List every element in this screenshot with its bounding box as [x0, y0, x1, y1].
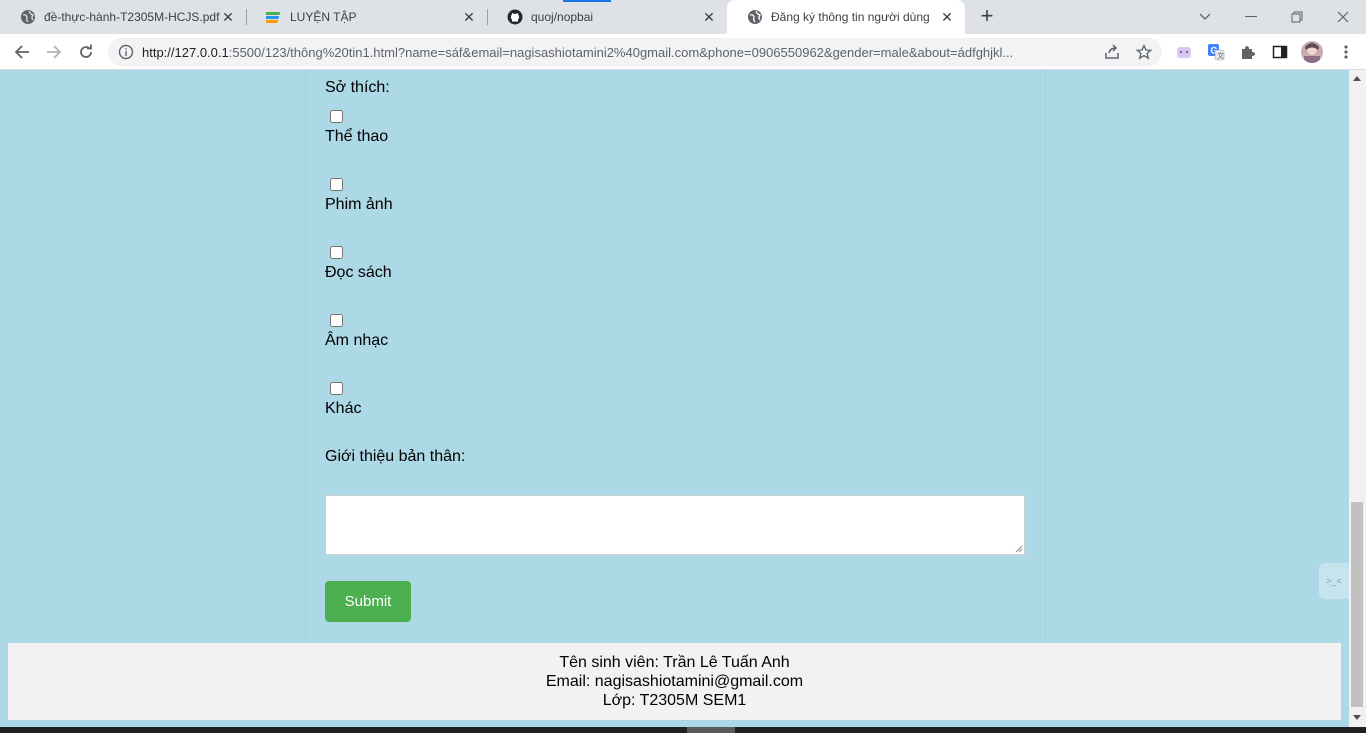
- close-icon[interactable]: ✕: [939, 9, 955, 25]
- translate-icon[interactable]: G文: [1202, 38, 1230, 66]
- footer-email: Email: nagisashiotamini@gmail.com: [545, 673, 804, 690]
- address-bar[interactable]: http://127.0.0.1:5500/123/thông%20tin1.h…: [108, 38, 1162, 66]
- reload-icon: [80, 44, 92, 58]
- scroll-down-arrow-icon[interactable]: [1353, 715, 1361, 720]
- info-icon[interactable]: [118, 44, 134, 60]
- tab-search-button[interactable]: [1182, 0, 1228, 34]
- tab-luyen-tap[interactable]: LUYỆN TẬP ✕: [246, 0, 487, 34]
- page-content: Sở thích: Thể thao Phim ảnh Đọc sách Âm …: [0, 70, 1349, 727]
- scroll-up-arrow-icon[interactable]: [1353, 76, 1361, 81]
- close-icon[interactable]: ✕: [701, 9, 717, 25]
- hobbies-label: Sở thích:: [325, 79, 390, 96]
- vertical-scrollbar[interactable]: [1349, 70, 1366, 727]
- close-icon: [1337, 11, 1349, 23]
- extensions-puzzle-icon[interactable]: [1234, 38, 1262, 66]
- checkbox-am-nhac[interactable]: [330, 314, 343, 327]
- url-host: http://127.0.0.1: [142, 44, 229, 60]
- svg-text:文: 文: [1217, 51, 1224, 60]
- close-icon[interactable]: ✕: [220, 9, 236, 25]
- tab-title: quoj/nopbai: [531, 10, 594, 24]
- footer-class: Lớp: T2305M SEM1: [602, 692, 747, 709]
- checkbox-label: Đọc sách: [325, 264, 392, 281]
- colorful-logo-icon: [266, 9, 282, 25]
- url-text[interactable]: http://127.0.0.1:5500/123/thông%20tin1.h…: [142, 45, 1094, 60]
- taskbar-segment: [687, 727, 735, 733]
- floating-widget[interactable]: >_<: [1319, 563, 1349, 599]
- share-icon[interactable]: [1102, 42, 1122, 62]
- bookmark-star-icon[interactable]: [1134, 42, 1154, 62]
- checkbox-label: Âm nhạc: [325, 332, 389, 349]
- chevron-down-icon: [1199, 13, 1211, 20]
- tab-title: Đăng ký thông tin người dùng: [771, 10, 930, 24]
- globe-icon: [747, 9, 763, 25]
- submit-button[interactable]: Submit: [325, 581, 411, 622]
- tab-pdf[interactable]: đề-thực-hành-T2305M-HCJS.pdf ✕: [0, 0, 246, 34]
- side-panel-icon[interactable]: [1266, 38, 1294, 66]
- avatar[interactable]: [1298, 38, 1326, 66]
- tab-title: đề-thực-hành-T2305M-HCJS.pdf: [44, 10, 220, 24]
- forward-button[interactable]: [40, 38, 68, 66]
- page-footer: Tên sinh viên: Trần Lê Tuấn Anh Email: n…: [8, 643, 1341, 720]
- arrow-left-icon: [14, 45, 29, 59]
- arrow-right-icon: [47, 45, 62, 59]
- close-window-button[interactable]: [1320, 0, 1366, 34]
- tab-strip: đề-thực-hành-T2305M-HCJS.pdf ✕ LUYỆN TẬP…: [0, 0, 1366, 34]
- reload-button[interactable]: [72, 38, 100, 66]
- menu-kebab-icon[interactable]: [1332, 38, 1360, 66]
- restore-icon: [1291, 11, 1303, 23]
- new-tab-button[interactable]: +: [976, 5, 998, 28]
- about-textarea[interactable]: [325, 495, 1025, 555]
- checkbox-khac[interactable]: [330, 382, 343, 395]
- scrollbar-thumb[interactable]: [1351, 502, 1363, 707]
- restore-button[interactable]: [1274, 0, 1320, 34]
- checkbox-label: Thể thao: [325, 128, 389, 145]
- form-container: [305, 70, 1046, 643]
- taskbar-edge: [0, 727, 1366, 733]
- minimize-icon: [1245, 16, 1257, 17]
- browser-toolbar: http://127.0.0.1:5500/123/thông%20tin1.h…: [0, 34, 1366, 70]
- resize-handle-icon[interactable]: [1015, 545, 1023, 553]
- extension-cat-icon[interactable]: [1170, 38, 1198, 66]
- tab-active-form[interactable]: Đăng ký thông tin người dùng ✕: [727, 0, 965, 34]
- checkbox-the-thao[interactable]: [330, 110, 343, 123]
- checkbox-label: Khác: [325, 400, 362, 417]
- minimize-button[interactable]: [1228, 0, 1274, 34]
- about-label: Giới thiệu bản thân:: [325, 448, 466, 465]
- globe-icon: [20, 9, 36, 25]
- tab-github[interactable]: quoj/nopbai ✕: [487, 0, 727, 34]
- close-icon[interactable]: ✕: [461, 9, 477, 25]
- tab-title: LUYỆN TẬP: [290, 10, 357, 24]
- checkbox-label: Phim ảnh: [325, 196, 393, 213]
- url-path: :5500/123/thông%20tin1.html?name=sáf&ema…: [228, 44, 1014, 60]
- back-button[interactable]: [8, 38, 36, 66]
- footer-student-name: Tên sinh viên: Trần Lê Tuấn Anh: [559, 654, 790, 671]
- checkbox-phim-anh[interactable]: [330, 178, 343, 191]
- github-icon: [507, 9, 523, 25]
- checkbox-doc-sach[interactable]: [330, 246, 343, 259]
